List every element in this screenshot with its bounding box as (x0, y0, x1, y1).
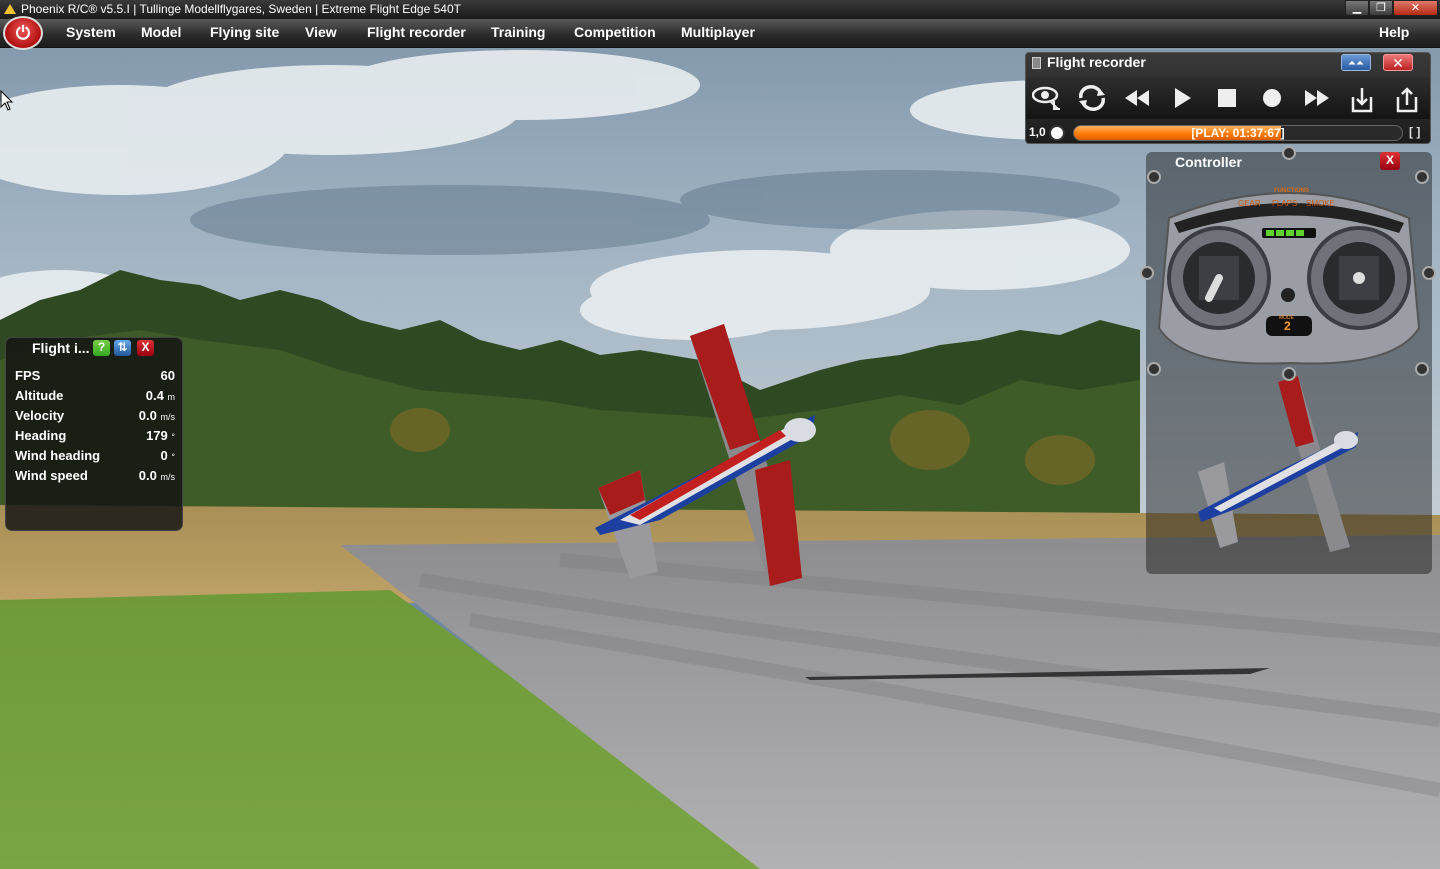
maximize-button[interactable]: ❐ (1369, 0, 1393, 16)
help-button[interactable]: ? (93, 340, 110, 356)
info-row-altitude: Altitude 0.4 m (15, 388, 175, 408)
info-value: 0 ° (160, 448, 175, 463)
save-icon (1396, 87, 1418, 113)
resize-handle-bottom[interactable] (1282, 367, 1296, 381)
flight-recorder-panel: Flight recorder ⏶⏶ ✕ 1,0 [PLAY: 01:37:67… (1025, 52, 1431, 144)
window-title-bar: Phoenix R/C® v5.5.I | Tullinge Modellfly… (0, 0, 1440, 19)
play-button[interactable] (1164, 81, 1200, 115)
flight-info-close-button[interactable]: X (137, 340, 154, 356)
resize-handle-right[interactable] (1422, 266, 1436, 280)
mode-value: 2 (1284, 319, 1291, 333)
record-button[interactable] (1254, 81, 1290, 115)
power-icon: ⏻ (15, 23, 31, 43)
info-label: Heading (15, 428, 67, 443)
eye-icon (1031, 86, 1060, 110)
resize-handle-bottom-left[interactable] (1147, 362, 1161, 376)
collapse-button[interactable]: ⏶⏶ (1341, 54, 1371, 71)
info-label: FPS (15, 368, 41, 383)
panel-grip-icon (1032, 57, 1041, 69)
fast-forward-button[interactable] (1299, 81, 1335, 115)
mouse-cursor-icon (0, 90, 14, 111)
resize-handle-top-left[interactable] (1147, 170, 1161, 184)
fast-forward-icon (1305, 90, 1329, 106)
minimize-button[interactable]: ▁ (1345, 0, 1369, 16)
flight-recorder-close-button[interactable]: ✕ (1383, 54, 1413, 71)
info-label: Wind speed (15, 468, 88, 483)
menu-flight-recorder[interactable]: Flight recorder (367, 19, 466, 48)
info-value: 0.0 m/s (138, 408, 175, 423)
controller-title: Controller (1175, 154, 1242, 170)
info-value: 60 (160, 368, 175, 383)
info-label: Velocity (15, 408, 65, 423)
power-button[interactable]: ⏻ (3, 16, 43, 50)
rewind-icon (1125, 90, 1149, 106)
camera-options-button[interactable] (1029, 81, 1065, 115)
menu-model[interactable]: Model (141, 19, 181, 48)
stop-icon (1218, 89, 1236, 107)
app-logo-icon (4, 4, 16, 14)
info-value: 179 ° (146, 428, 175, 443)
playback-bar: 1,0 [PLAY: 01:37:67] [ ] (1026, 122, 1430, 143)
play-icon (1175, 88, 1191, 108)
pin-button[interactable]: ⇅ (114, 340, 131, 356)
save-recording-button[interactable] (1389, 81, 1425, 115)
load-recording-button[interactable] (1344, 81, 1380, 115)
flight-info-title: Flight i... (32, 340, 90, 356)
functions-label: FUNCTIONS (1274, 188, 1309, 194)
flight-info-panel: Flight i... ? ⇅ X FPS 60 Altitude 0.4 m … (5, 337, 183, 531)
resize-handle-top[interactable] (1282, 146, 1296, 160)
flight-recorder-header[interactable]: Flight recorder ⏶⏶ ✕ (1026, 53, 1430, 73)
controller-close-button[interactable]: X (1380, 152, 1400, 170)
info-value: 0.4 m (145, 388, 175, 403)
controller-panel: Controller X FUNCTIONS GEAR FLAPS SMOKE … (1140, 146, 1436, 574)
info-value: 0.0 m/s (138, 468, 175, 483)
menu-flying-site[interactable]: Flying site (210, 19, 279, 48)
info-row-wind-speed: Wind speed 0.0 m/s (15, 468, 175, 488)
window-title: Phoenix R/C® v5.5.I | Tullinge Modellfly… (21, 2, 461, 16)
info-row-wind-heading: Wind heading 0 ° (15, 448, 175, 468)
switch-smoke: SMOKE (1306, 199, 1335, 208)
loop-icon (1079, 85, 1105, 111)
aircraft-preview (1198, 376, 1358, 552)
menu-training[interactable]: Training (491, 19, 545, 48)
stop-button[interactable] (1209, 81, 1245, 115)
loop-button[interactable] (1074, 81, 1110, 115)
close-window-button[interactable]: ✕ (1393, 0, 1438, 16)
playback-position-knob[interactable] (1049, 125, 1065, 141)
info-row-heading: Heading 179 ° (15, 428, 175, 448)
rewind-button[interactable] (1119, 81, 1155, 115)
switch-gear: GEAR (1238, 199, 1261, 208)
info-label: Wind heading (15, 448, 101, 463)
menu-view[interactable]: View (305, 19, 337, 48)
switch-flaps: FLAPS (1272, 199, 1298, 208)
menu-system[interactable]: System (66, 19, 116, 48)
playback-progress[interactable]: [PLAY: 01:37:67] (1073, 125, 1403, 141)
flight-info-header[interactable]: Flight i... ? ⇅ X (6, 338, 182, 360)
menu-multiplayer[interactable]: Multiplayer (681, 19, 755, 48)
record-icon (1263, 89, 1281, 107)
info-row-velocity: Velocity 0.0 m/s (15, 408, 175, 428)
info-row-fps: FPS 60 (15, 368, 175, 388)
resize-handle-bottom-right[interactable] (1415, 362, 1429, 376)
load-icon (1351, 88, 1373, 113)
menu-help[interactable]: Help (1379, 19, 1409, 48)
playback-speed[interactable]: 1,0 (1029, 125, 1046, 139)
menu-competition[interactable]: Competition (574, 19, 656, 48)
resize-handle-top-right[interactable] (1415, 170, 1429, 184)
expand-button[interactable]: [ ] (1409, 125, 1420, 139)
flight-recorder-title: Flight recorder (1047, 54, 1146, 70)
resize-handle-left[interactable] (1140, 266, 1154, 280)
flight-recorder-toolbar (1026, 77, 1430, 119)
menu-bar: ⏻ System Model Flying site View Flight r… (0, 16, 1440, 50)
info-label: Altitude (15, 388, 64, 403)
playback-status: [PLAY: 01:37:67] (1191, 126, 1285, 140)
